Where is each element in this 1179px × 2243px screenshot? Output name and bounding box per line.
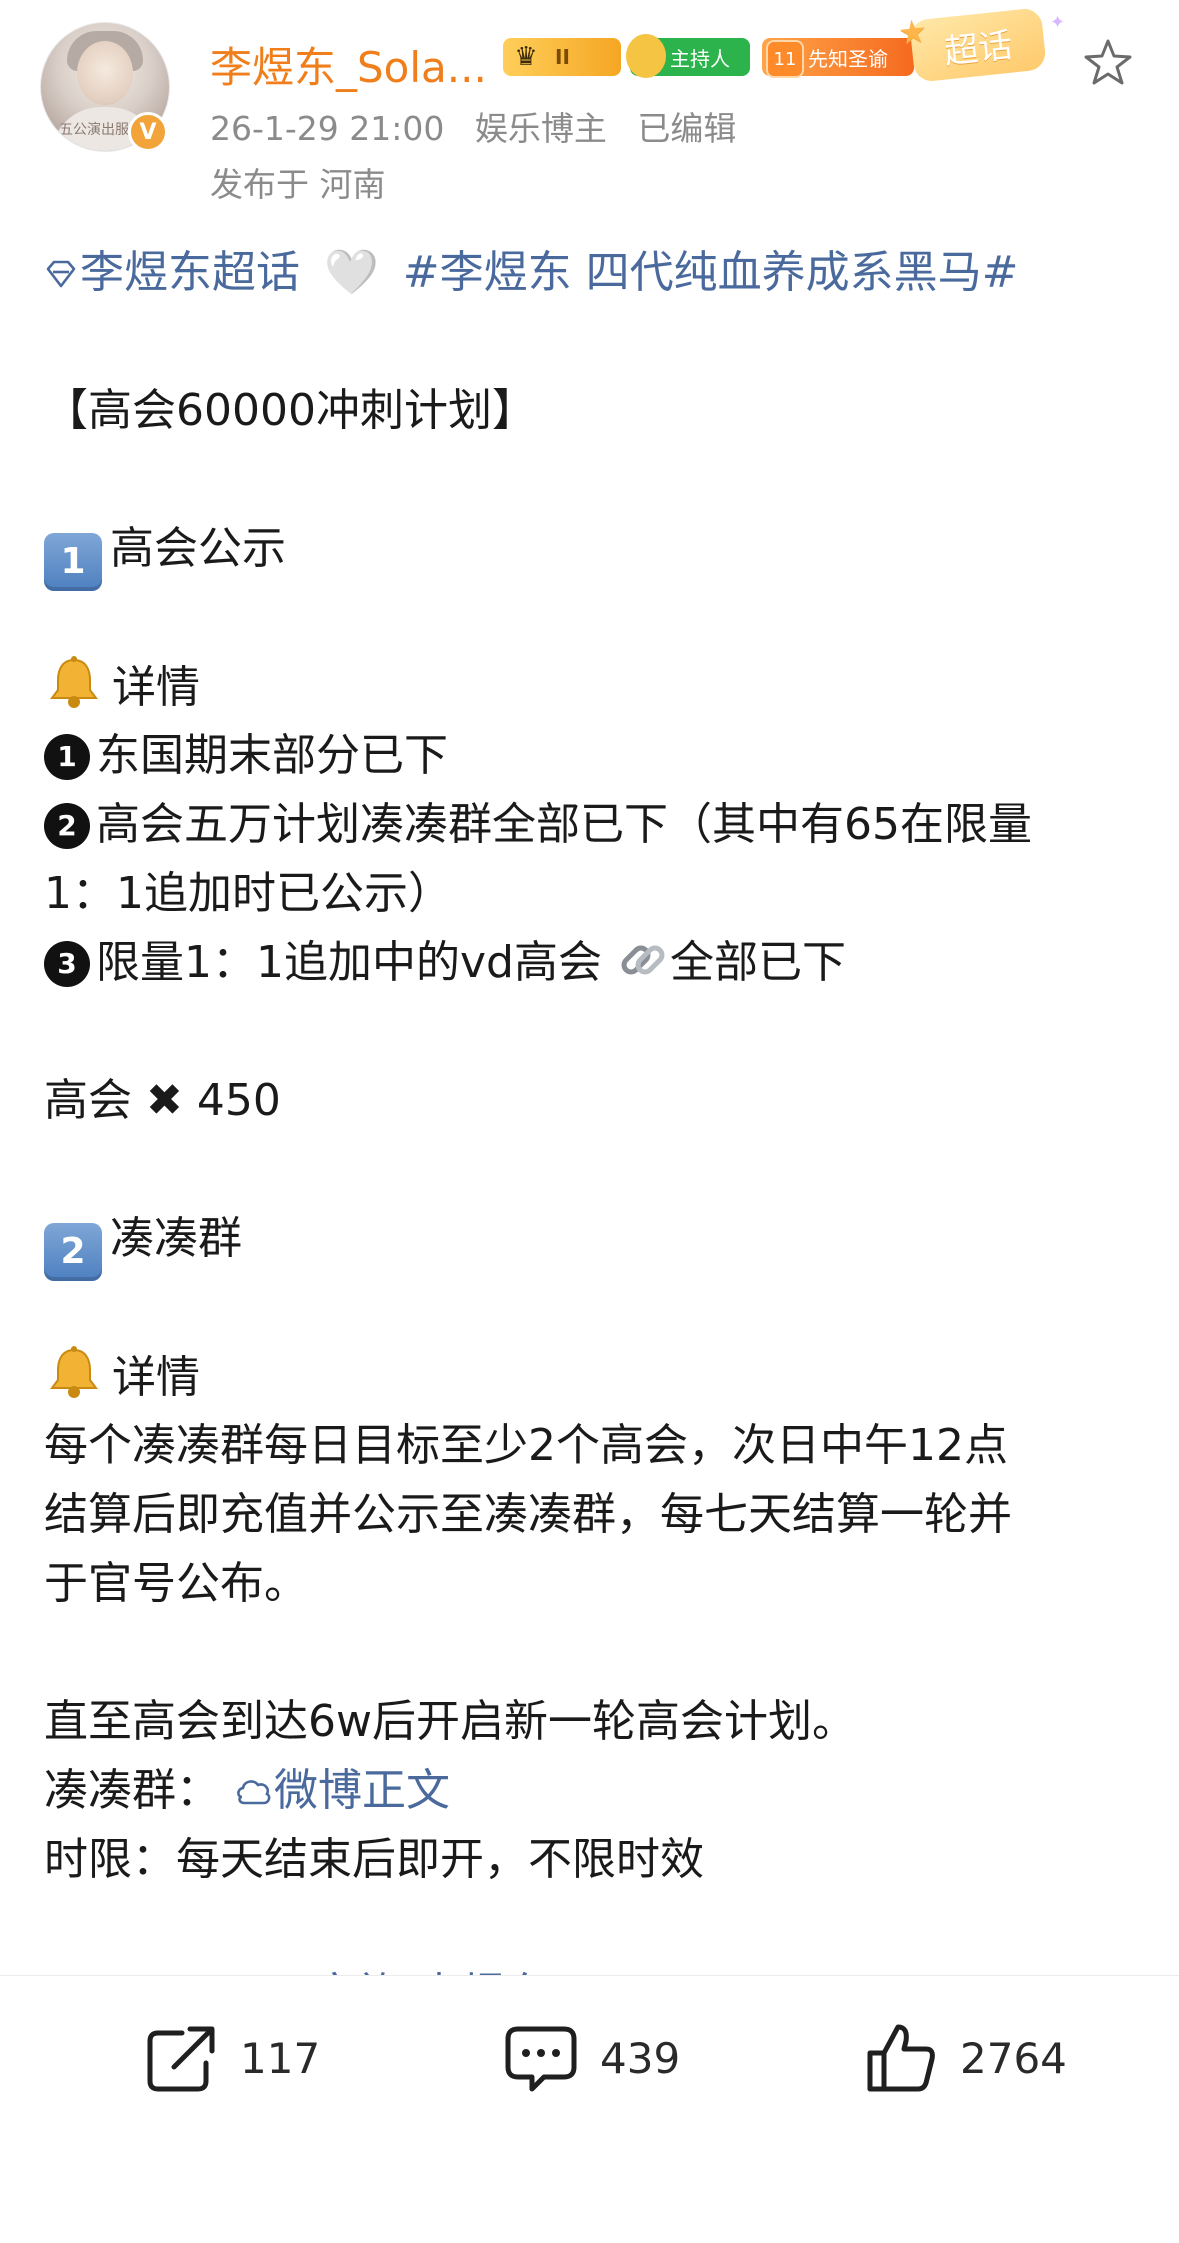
chaohua-badge-label: 超话 bbox=[942, 25, 1015, 72]
circled-1-icon: 1 bbox=[44, 734, 90, 780]
author-category: 娱乐博主 bbox=[474, 109, 607, 148]
repost-button[interactable]: 117 bbox=[142, 2018, 320, 2098]
verified-icon: V bbox=[128, 112, 168, 152]
bell-icon bbox=[50, 1346, 98, 1398]
post-location: 发布于 河南 bbox=[210, 165, 386, 204]
paragraph-line-1: 每个凑凑群每日目标至少2个高会，次日中午12点 bbox=[44, 1420, 1008, 1471]
keycap-1-icon: 1 bbox=[44, 533, 102, 591]
action-toolbar: 117 439 2764 bbox=[0, 1975, 1179, 2243]
detail-label: 详情 bbox=[112, 662, 200, 713]
group-link[interactable]: 微博正文 bbox=[234, 1765, 450, 1816]
post-time: 26-1-29 21:00 bbox=[210, 109, 445, 148]
sparkle-icon: ✦ bbox=[1050, 12, 1066, 33]
host-badge[interactable]: 主持人 bbox=[626, 34, 750, 78]
circled-3-icon: 3 bbox=[44, 941, 90, 987]
post-title: 【高会60000冲刺计划】 bbox=[44, 385, 536, 436]
white-heart-icon: 🤍 bbox=[324, 247, 379, 298]
comment-icon bbox=[505, 2026, 577, 2092]
avatar-face-shape bbox=[77, 41, 133, 105]
host-emblem-icon bbox=[626, 34, 666, 78]
comment-count: 439 bbox=[600, 2033, 681, 2083]
paragraph-line-2: 结算后即充值并公示至凑凑群，每七天结算一轮并 bbox=[44, 1489, 1012, 1540]
prophet-badge[interactable]: 11 先知圣谕 bbox=[762, 38, 914, 78]
count-line: 高会 ✖ 450 bbox=[44, 1066, 1144, 1135]
post-meta: 26-1-29 21:00 娱乐博主 已编辑 bbox=[210, 102, 756, 150]
weibo-link-icon bbox=[237, 1780, 271, 1805]
item-3-text-a: 限量1：1追加中的vd高会 bbox=[96, 937, 602, 988]
group-link-label: 微博正文 bbox=[274, 1765, 450, 1816]
repost-icon bbox=[147, 2026, 215, 2092]
paragraph-line-4: 直至高会到达6w后开启新一轮高会计划。 bbox=[44, 1696, 856, 1747]
count-label: 高会 bbox=[44, 1075, 132, 1126]
group-line: 凑凑群： 微博正文 bbox=[44, 1756, 1144, 1825]
group-label: 凑凑群： bbox=[44, 1765, 220, 1816]
item-1: 1 东国期末部分已下 bbox=[44, 721, 1144, 790]
item-2-text: 高会五万计划凑凑群全部已下（其中有65在限量 bbox=[96, 799, 1032, 850]
cross-icon: ✖ bbox=[146, 1075, 183, 1126]
bell-icon bbox=[50, 656, 98, 708]
member-level-text: II bbox=[555, 45, 570, 69]
like-count: 2764 bbox=[960, 2033, 1067, 2083]
repost-count: 117 bbox=[240, 2033, 321, 2083]
count-value: 450 bbox=[196, 1075, 281, 1126]
prophet-badge-label: 先知圣谕 bbox=[808, 46, 888, 71]
diamond-icon bbox=[46, 260, 76, 288]
detail-heading-2: 详情 bbox=[44, 1342, 1144, 1411]
section-1-title: 高会公示 bbox=[110, 523, 286, 574]
edited-label[interactable]: 已编辑 bbox=[637, 109, 736, 148]
item-3-text-b: 全部已下 bbox=[669, 937, 846, 988]
section-2-heading: 2 凑凑群 bbox=[44, 1204, 1144, 1281]
hashtag-link[interactable]: #李煜东 四代纯血养成系黑马# bbox=[403, 247, 1019, 298]
circled-2-icon: 2 bbox=[44, 803, 90, 849]
host-badge-label: 主持人 bbox=[670, 46, 730, 71]
member-level-badge[interactable]: ♛ II bbox=[503, 38, 621, 76]
thumbs-up-icon bbox=[867, 2024, 935, 2092]
link-chain-icon bbox=[621, 945, 665, 975]
crown-icon: ♛ bbox=[514, 42, 538, 72]
prophet-emblem-icon: 11 bbox=[766, 40, 804, 78]
post-header: 五公演出服 V 李煜东_Sola... ♛ II 主持人 11 先知圣谕 ★ 超… bbox=[0, 0, 1179, 210]
topic-link[interactable]: 李煜东超话 bbox=[44, 247, 314, 298]
section-2-title: 凑凑群 bbox=[110, 1213, 242, 1264]
item-3: 3 限量1：1追加中的vd高会 全部已下 bbox=[44, 928, 1144, 997]
item-2-continued: 1：1追加时已公示） bbox=[44, 868, 452, 919]
paragraph-line-3: 于官号公布。 bbox=[44, 1558, 308, 1609]
star-sparkle-icon: ★ bbox=[896, 11, 929, 53]
item-2: 2 高会五万计划凑凑群全部已下（其中有65在限量 bbox=[44, 790, 1144, 859]
detail-label-2: 详情 bbox=[112, 1352, 200, 1403]
topic-link-label: 李煜东超话 bbox=[80, 247, 300, 298]
topic-line: 李煜东超话 🤍 #李煜东 四代纯血养成系黑马# bbox=[44, 238, 1144, 307]
author-name[interactable]: 李煜东_Sola... bbox=[210, 34, 487, 95]
post-body: 李煜东超话 🤍 #李煜东 四代纯血养成系黑马# 【高会60000冲刺计划】 1高… bbox=[44, 238, 1144, 1894]
section-1-heading: 1 高会公示 bbox=[44, 514, 1144, 591]
item-1-text: 东国期末部分已下 bbox=[96, 730, 448, 781]
keycap-2-icon: 2 bbox=[44, 1223, 102, 1281]
detail-heading: 详情 bbox=[44, 652, 1144, 721]
time-limit-line: 时限：每天结束后即开，不限时效 bbox=[44, 1834, 704, 1885]
favorite-star-icon[interactable] bbox=[1082, 36, 1134, 88]
chaohua-badge[interactable]: ★ 超话 bbox=[896, 7, 1047, 83]
comment-button[interactable]: 439 bbox=[502, 2018, 680, 2098]
avatar-logo-text: 五公演出服 bbox=[59, 122, 129, 138]
like-button[interactable]: 2764 bbox=[862, 2018, 1067, 2098]
